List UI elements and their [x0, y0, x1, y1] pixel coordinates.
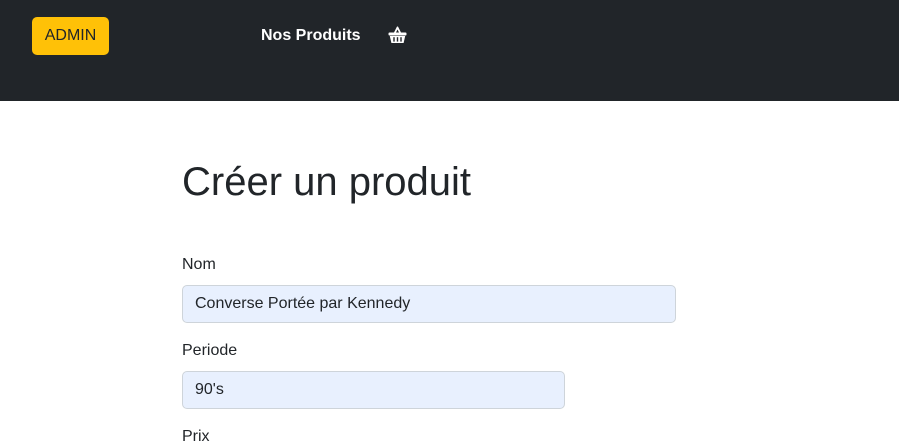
prix-label: Prix — [182, 428, 210, 445]
nom-label: Nom — [182, 256, 216, 273]
page-title: Créer un produit — [182, 160, 472, 204]
shopping-basket-icon[interactable] — [388, 26, 407, 44]
top-navbar: ADMIN Nos Produits — [0, 0, 899, 101]
periode-input[interactable] — [182, 371, 565, 409]
admin-button[interactable]: ADMIN — [32, 17, 109, 55]
nom-input[interactable] — [182, 285, 676, 323]
nav-link-nos-produits[interactable]: Nos Produits — [261, 25, 361, 47]
periode-label: Periode — [182, 342, 238, 359]
